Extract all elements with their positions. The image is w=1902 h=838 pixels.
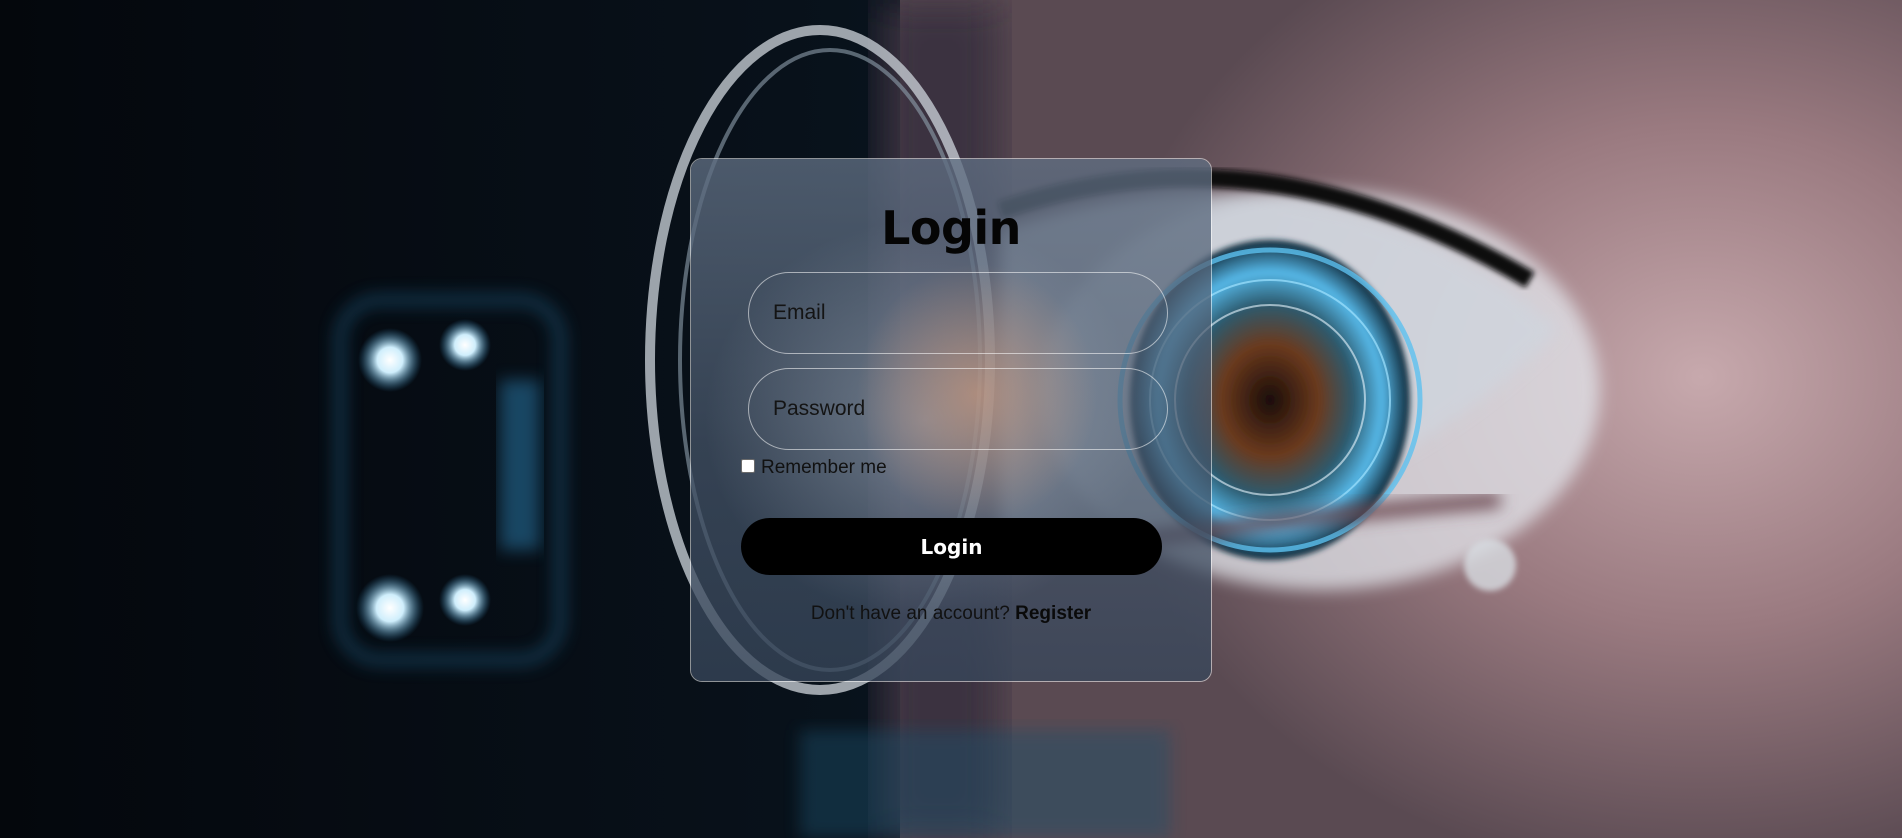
password-field[interactable] bbox=[748, 368, 1168, 450]
register-link[interactable]: Register bbox=[1015, 603, 1091, 624]
login-card: Login Remember me Login Don't have an ac… bbox=[690, 158, 1212, 682]
remember-me-checkbox[interactable] bbox=[741, 459, 755, 473]
page-title: Login bbox=[881, 201, 1021, 255]
remember-me-label: Remember me bbox=[761, 457, 887, 478]
register-prompt-text: Don't have an account? bbox=[810, 603, 1010, 624]
register-prompt: Don't have an account? Register bbox=[691, 603, 1211, 625]
remember-me[interactable]: Remember me bbox=[741, 457, 887, 479]
login-button[interactable]: Login bbox=[741, 518, 1162, 575]
email-field[interactable] bbox=[748, 272, 1168, 354]
